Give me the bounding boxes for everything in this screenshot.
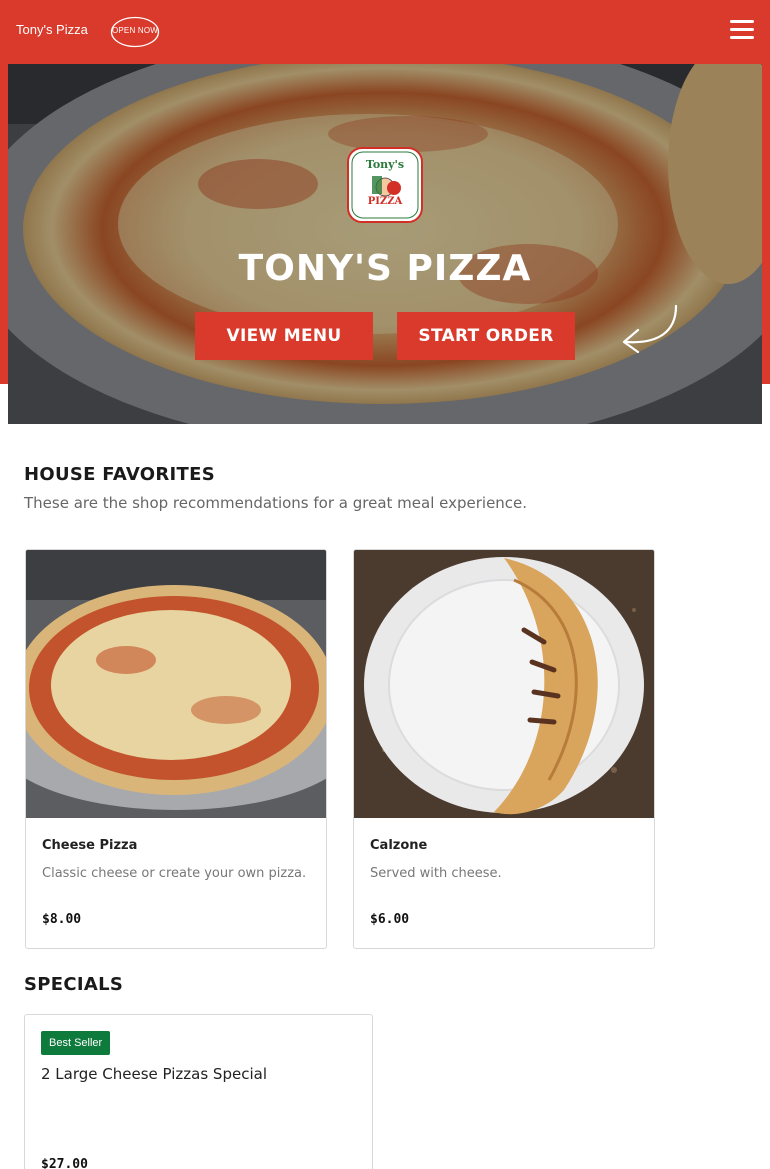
special-item-name: 2 Large Cheese Pizzas Special <box>41 1065 267 1083</box>
hero-title: TONY'S PIZZA <box>238 248 532 289</box>
start-order-button[interactable]: START ORDER <box>397 312 575 360</box>
menu-item-description: Classic cheese or create your own pizza. <box>42 866 307 881</box>
open-now-text: OPEN NOW <box>111 26 159 35</box>
special-item-card[interactable]: Best Seller 2 Large Cheese Pizzas Specia… <box>24 1014 373 1169</box>
house-favorites-heading: HOUSE FAVORITES <box>24 464 215 485</box>
menu-item-price: $6.00 <box>370 912 410 927</box>
hero-section: Tony's PIZZA TONY'S PIZZA VIEW MENU STAR… <box>8 64 762 424</box>
menu-item-name: Cheese Pizza <box>42 838 138 853</box>
hero-overlay <box>8 64 762 424</box>
curved-arrow-icon <box>622 304 678 354</box>
brand-name[interactable]: Tony's Pizza <box>16 22 88 37</box>
logo-text-pizza: PIZZA <box>367 196 403 207</box>
menu-item-price: $8.00 <box>42 912 82 927</box>
view-menu-button[interactable]: VIEW MENU <box>195 312 373 360</box>
menu-item-name: Calzone <box>370 838 428 853</box>
menu-item-description: Served with cheese. <box>370 866 502 881</box>
best-seller-badge: Best Seller <box>41 1031 111 1055</box>
logo-text-tonys: Tony's <box>365 158 405 171</box>
specials-heading: SPECIALS <box>24 974 124 995</box>
hamburger-menu-icon[interactable] <box>730 20 754 42</box>
menu-item-card[interactable]: Cheese Pizza Classic cheese or create yo… <box>25 549 327 949</box>
cheese-pizza-image <box>26 550 326 818</box>
special-item-price: $27.00 <box>41 1157 88 1169</box>
top-nav-bar: Tony's Pizza OPEN NOW <box>0 0 770 64</box>
open-now-badge: OPEN NOW <box>110 16 160 48</box>
restaurant-logo: Tony's PIZZA <box>346 146 424 224</box>
menu-item-card[interactable]: Calzone Served with cheese. $6.00 <box>353 549 655 949</box>
calzone-image <box>354 550 654 818</box>
house-favorites-subtitle: These are the shop recommendations for a… <box>24 494 528 512</box>
